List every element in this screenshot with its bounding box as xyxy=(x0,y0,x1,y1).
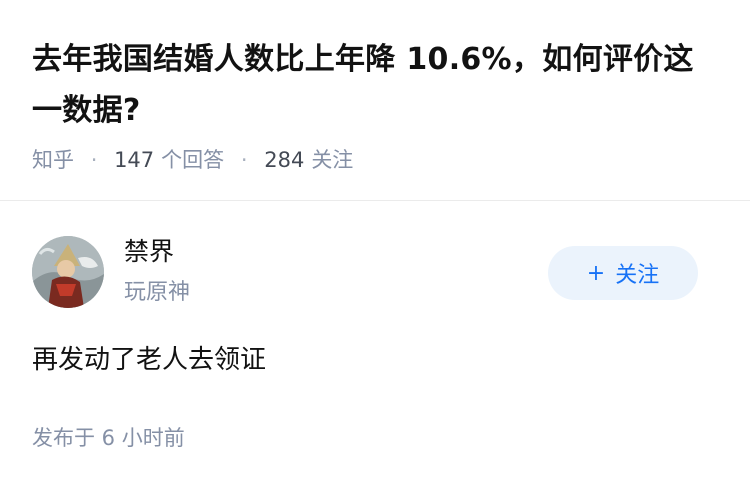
question-meta: 知乎 · 147 个回答 · 284 关注 xyxy=(32,146,353,174)
author-bio: 玩原神 xyxy=(124,280,191,305)
separator-dot: · xyxy=(240,148,248,172)
plus-icon: + xyxy=(586,260,606,286)
avatar-image-icon xyxy=(32,236,104,308)
avatar[interactable] xyxy=(32,236,104,308)
follow-count-label: 关注 xyxy=(311,148,354,172)
publish-time: 发布于 6 小时前 xyxy=(32,426,185,450)
answer-content[interactable]: 再发动了老人去领证 xyxy=(32,342,266,378)
answer-count-label: 个回答 xyxy=(161,148,225,172)
source-label[interactable]: 知乎 xyxy=(32,148,74,172)
separator-dot: · xyxy=(90,148,98,172)
question-header: 去年我国结婚人数比上年降 10.6%，如何评价这一数据? xyxy=(32,0,722,136)
follow-button[interactable]: + 关注 xyxy=(548,246,698,300)
follow-button-label: 关注 xyxy=(615,263,660,288)
follow-count: 284 xyxy=(264,148,305,172)
answer-count: 147 xyxy=(114,148,155,172)
author-name[interactable]: 禁界 xyxy=(124,236,174,268)
divider xyxy=(0,200,750,201)
question-title[interactable]: 去年我国结婚人数比上年降 10.6%，如何评价这一数据? xyxy=(32,34,722,136)
